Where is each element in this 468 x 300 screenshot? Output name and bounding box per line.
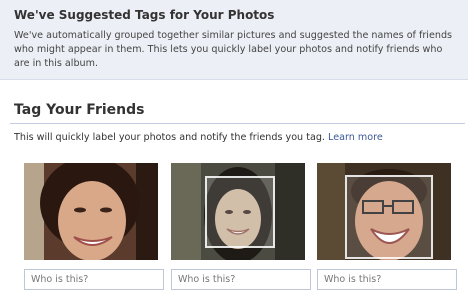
banner-title: We've Suggested Tags for Your Photos [14,8,275,22]
face-photo[interactable] [171,163,305,260]
banner-description: We've automatically grouped together sim… [14,30,453,69]
suggested-tags-banner: We've Suggested Tags for Your Photos We'… [0,0,468,80]
photo-card: Who is this? [171,157,317,292]
who-is-this-input[interactable]: Who is this? [171,269,311,290]
learn-more-link[interactable]: Learn more [328,132,383,143]
face-detection-box[interactable] [205,176,275,248]
face-detection-box[interactable] [345,175,433,259]
subtext-label: This will quickly label your photos and … [14,132,325,143]
photo-card: Who is this? [24,157,170,292]
section-subtext: This will quickly label your photos and … [14,132,464,143]
face-photo[interactable] [24,163,158,260]
face-photo[interactable] [317,163,451,260]
face-photo-image [24,163,158,260]
section-title: Tag Your Friends [14,102,145,118]
section-divider [10,123,465,124]
who-is-this-input[interactable]: Who is this? [24,269,164,290]
who-is-this-input[interactable]: Who is this? [317,269,457,290]
photo-card: Who is this? [317,157,463,292]
